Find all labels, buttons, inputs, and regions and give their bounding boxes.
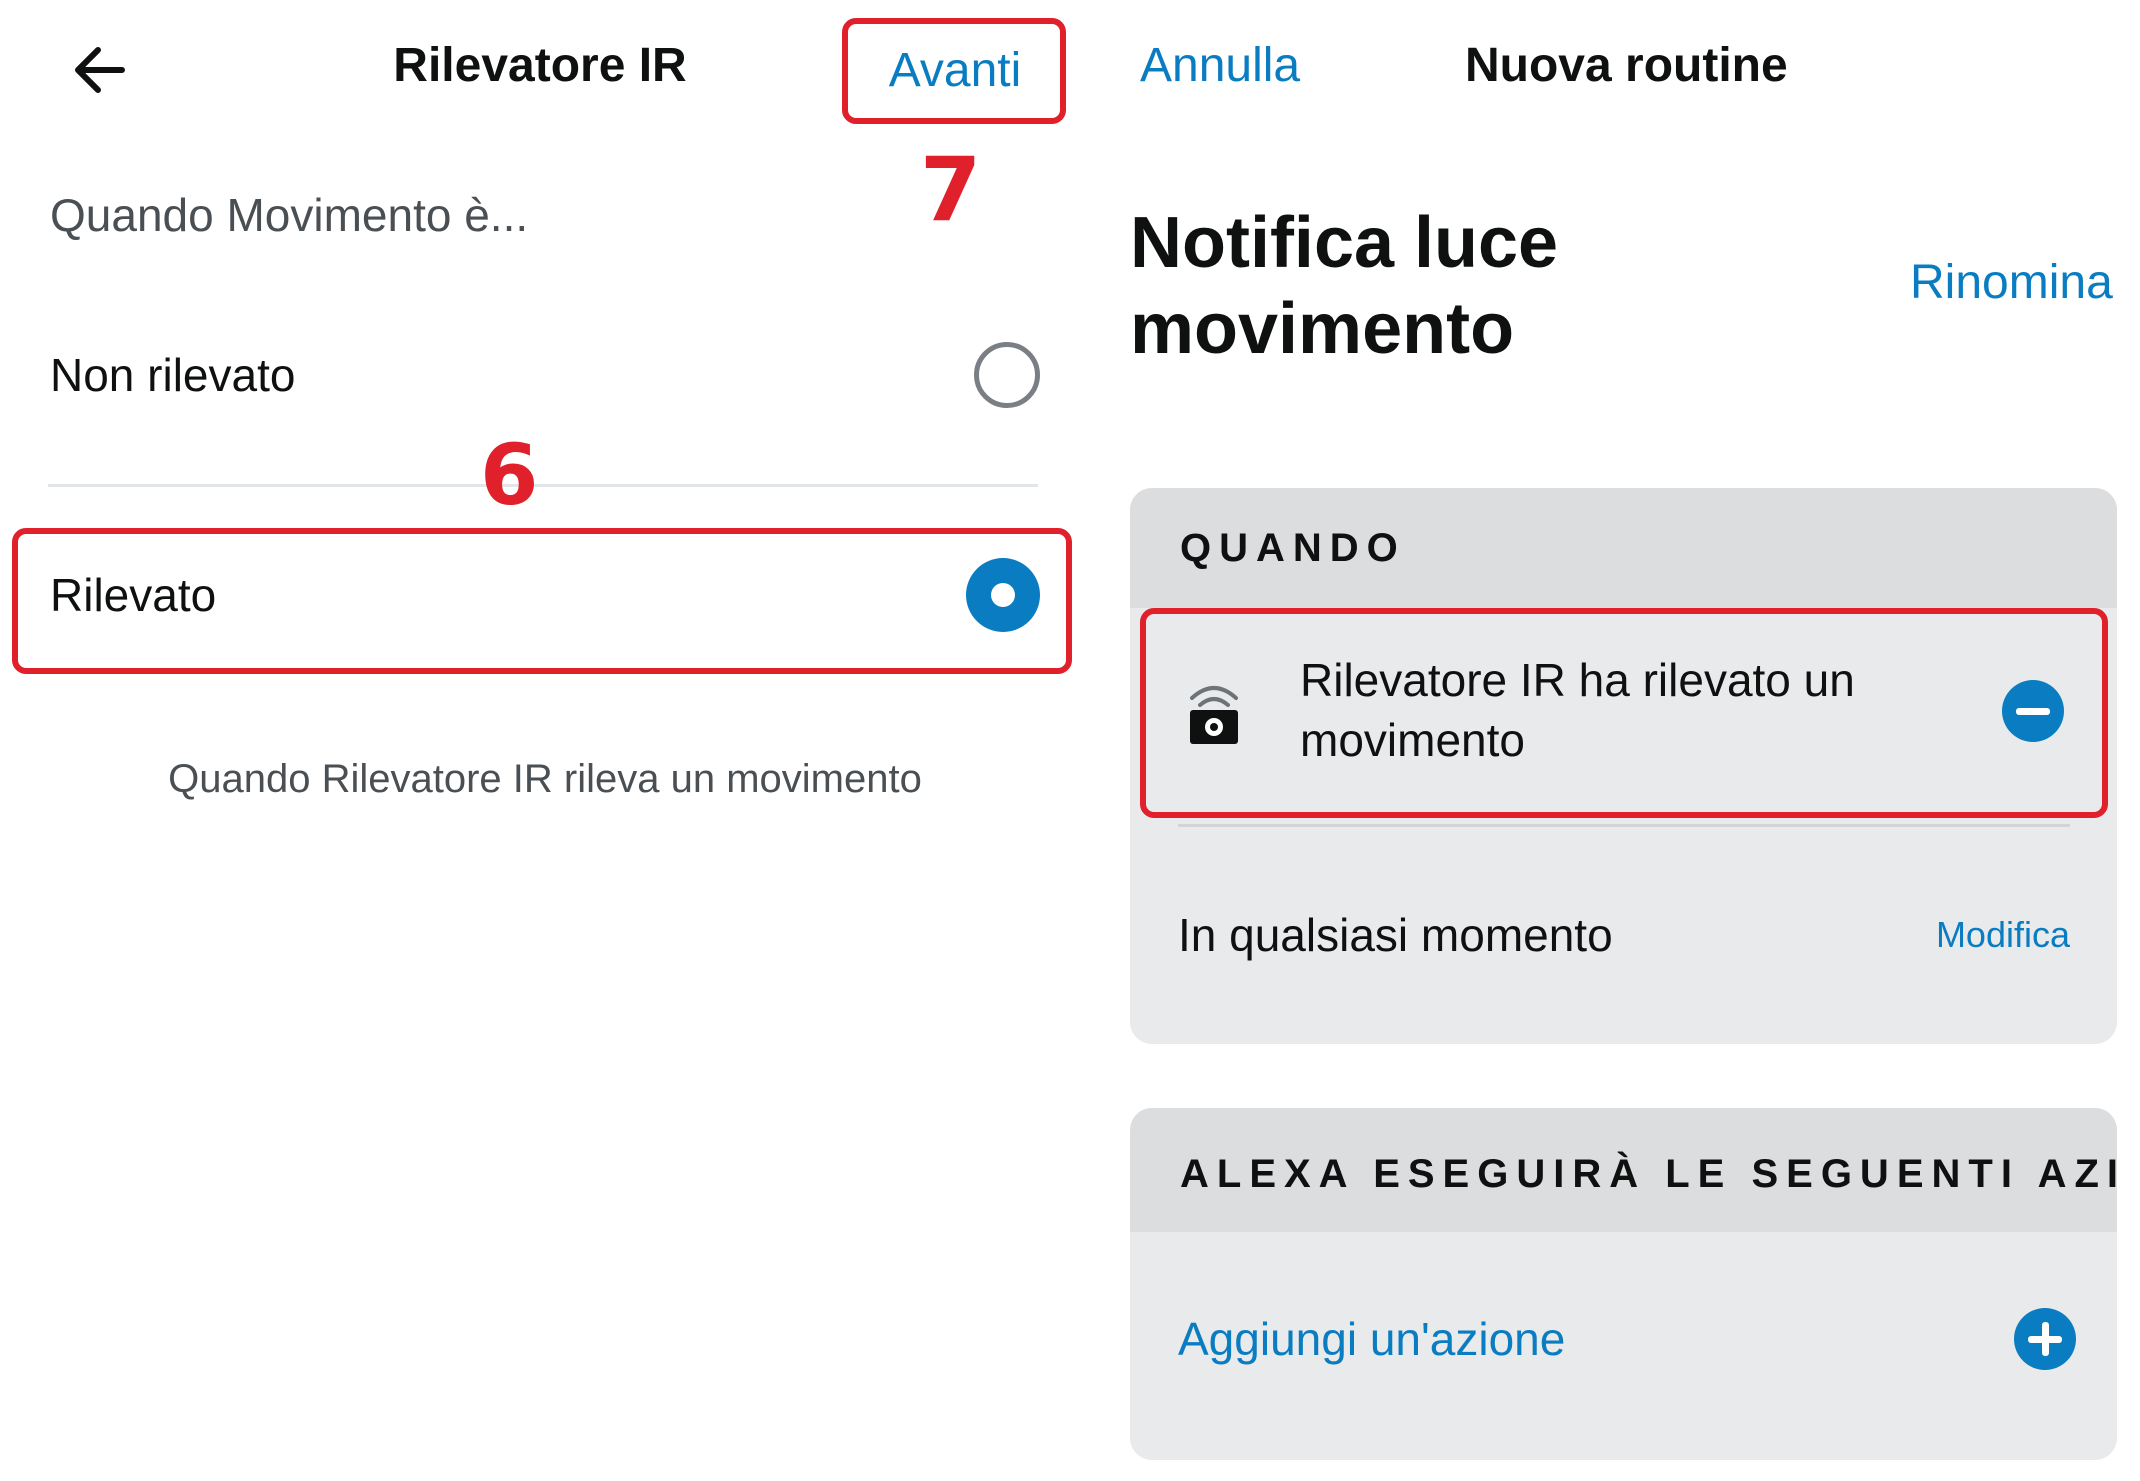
highlight-box-trigger — [1140, 608, 2108, 818]
actions-card: ALEXA ESEGUIRÀ LE SEGUENTI AZI... Aggiun… — [1130, 1108, 2117, 1460]
rename-button[interactable]: Rinomina — [1910, 255, 2113, 310]
time-row: In qualsiasi momento Modifica — [1178, 908, 2070, 962]
when-card-header: QUANDO — [1130, 488, 2117, 608]
cancel-button[interactable]: Annulla — [1140, 38, 1300, 93]
step-number-6: 6 — [480, 426, 539, 524]
actions-card-header: ALEXA ESEGUIRÀ LE SEGUENTI AZI... — [1130, 1108, 2117, 1232]
routine-name: Notifica luce movimento — [1130, 203, 1559, 369]
condition-description: Quando Rilevatore IR rileva un movimento — [168, 757, 922, 801]
option-not-detected[interactable]: Non rilevato — [50, 330, 1040, 420]
time-label: In qualsiasi momento — [1178, 909, 1613, 961]
page-title-right: Nuova routine — [1465, 39, 1788, 92]
step-number-7: 7 — [920, 138, 982, 241]
condition-prompt: Quando Movimento è... — [50, 189, 529, 241]
divider — [1178, 824, 2070, 827]
edit-time-link[interactable]: Modifica — [1936, 914, 2070, 956]
add-action-label: Aggiungi un'azione — [1178, 1313, 1566, 1365]
plus-circle-icon[interactable] — [2014, 1308, 2076, 1370]
highlight-box-next — [842, 18, 1066, 124]
highlight-box-detected — [12, 528, 1072, 674]
option-label: Non rilevato — [50, 349, 296, 401]
page-title-left: Rilevatore IR — [393, 39, 687, 92]
back-arrow-icon[interactable] — [70, 40, 130, 100]
divider — [48, 484, 1038, 487]
add-action-row[interactable]: Aggiungi un'azione — [1178, 1308, 2076, 1370]
radio-unselected-icon[interactable] — [974, 342, 1040, 408]
